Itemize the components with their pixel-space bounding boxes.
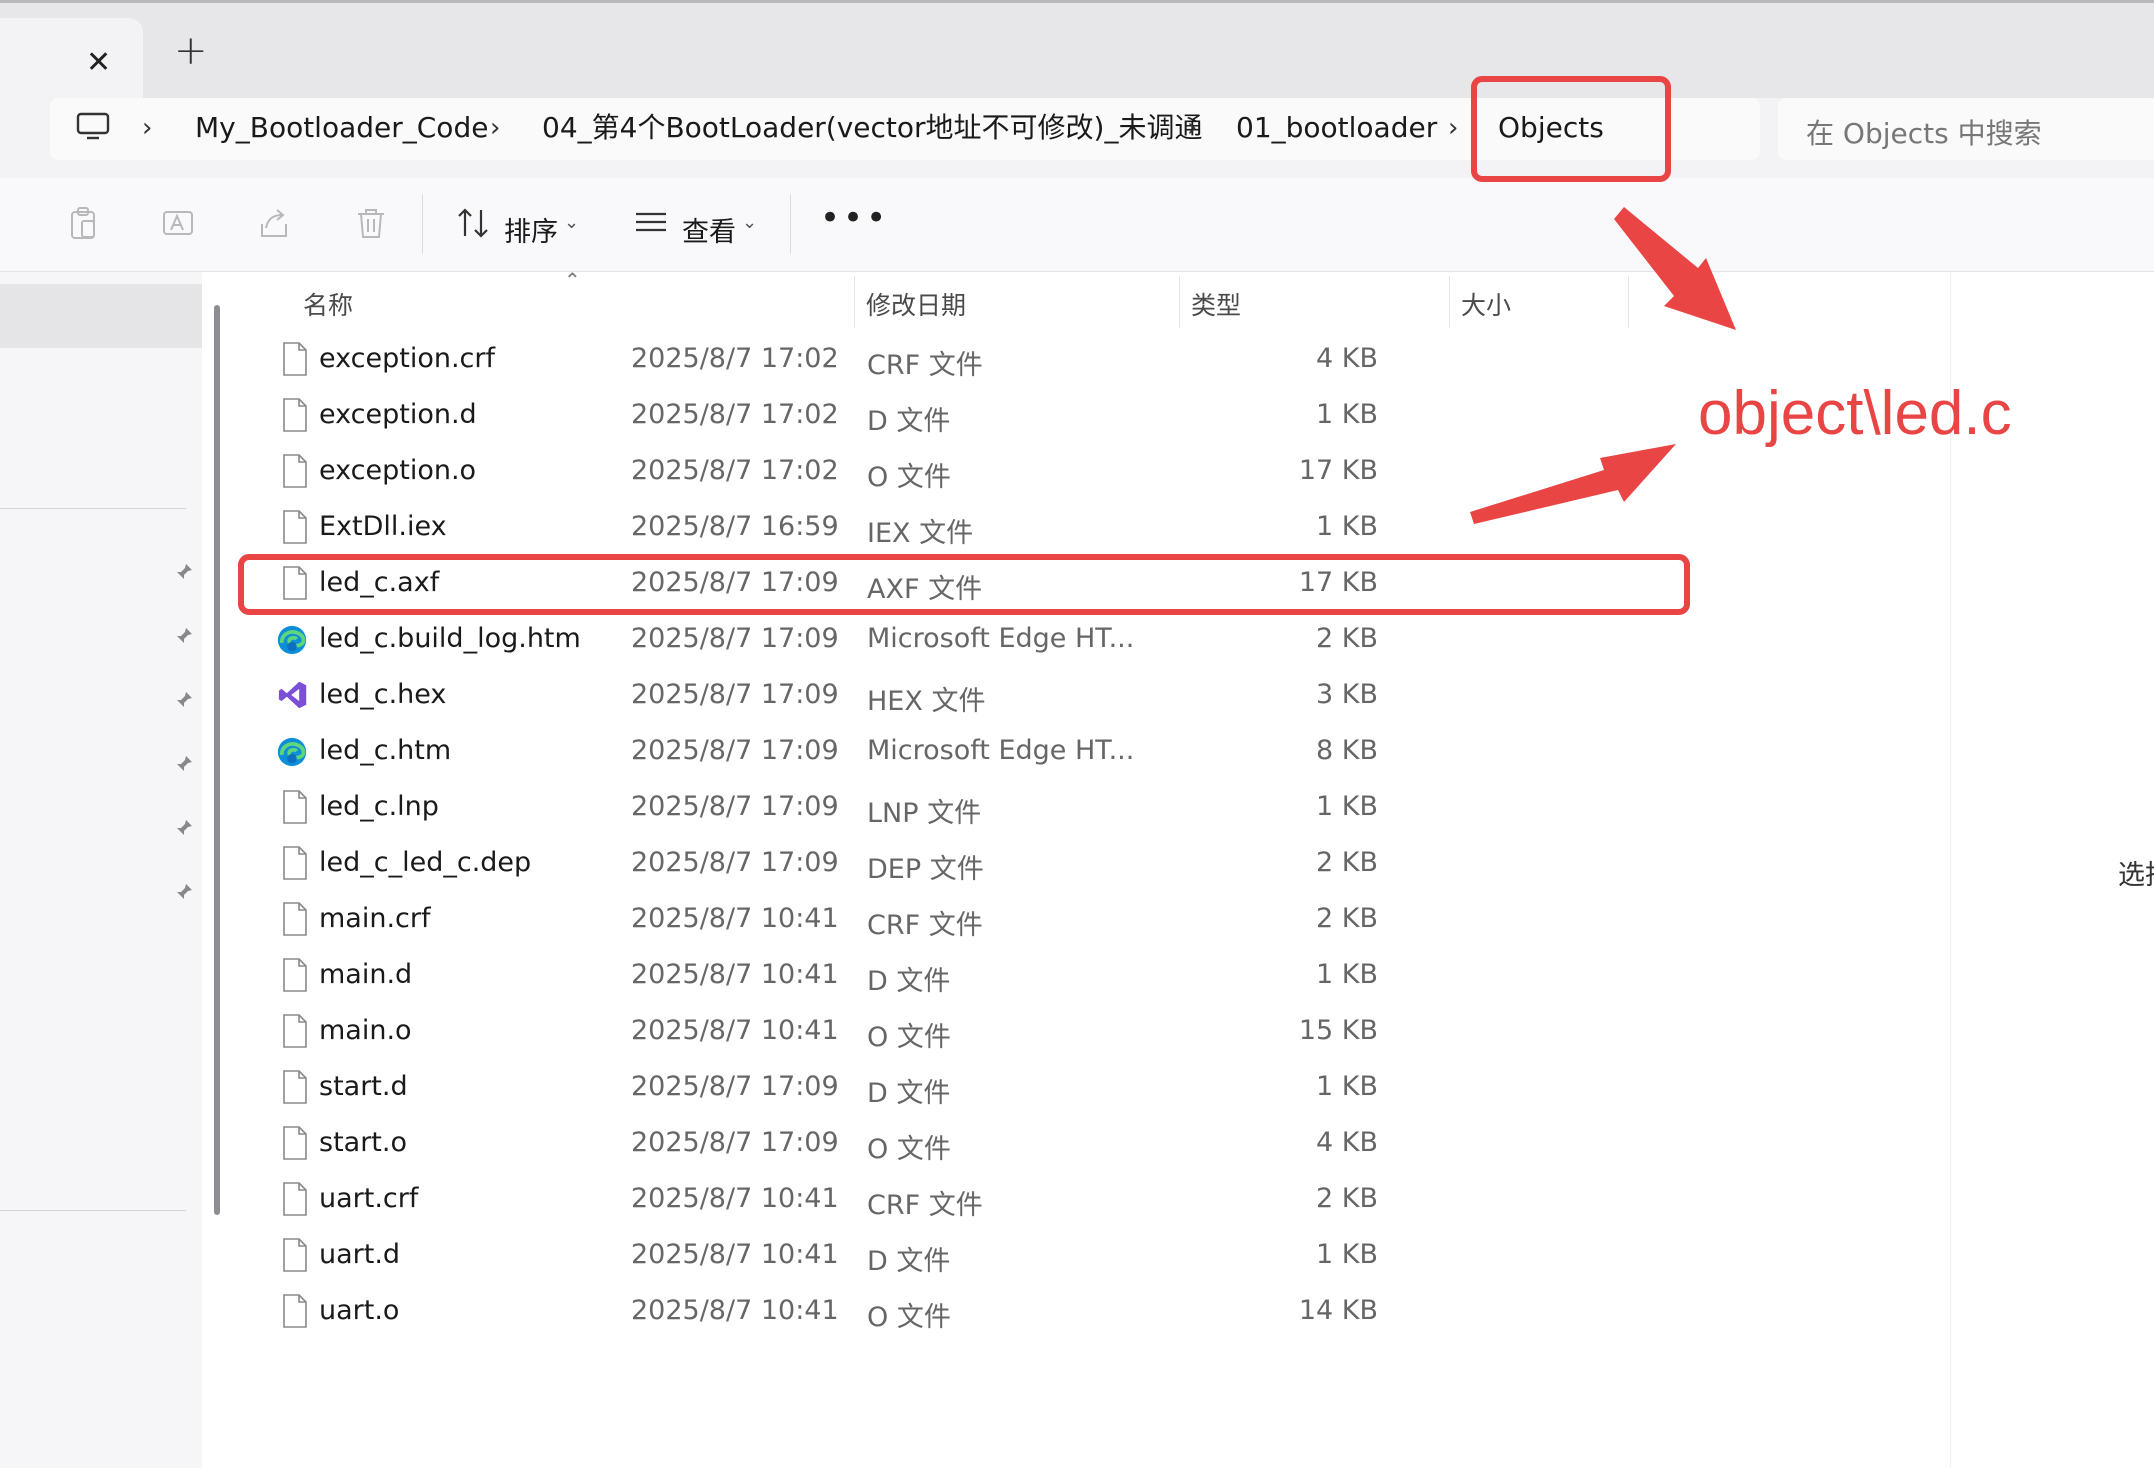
file-row[interactable]: uart.d 2025/8/7 10:41 D 文件 1 KB	[236, 1228, 1636, 1284]
more-options-button[interactable]: •••	[820, 198, 889, 238]
file-size: 4 KB	[1316, 1127, 1378, 1158]
file-size: 17 KB	[1298, 455, 1378, 486]
delete-icon[interactable]	[354, 206, 388, 240]
file-row[interactable]: uart.o 2025/8/7 10:41 O 文件 14 KB	[236, 1284, 1636, 1340]
sort-ascending-icon: ⌃	[564, 268, 581, 292]
tab-current[interactable]: ✕	[0, 18, 143, 101]
column-divider[interactable]	[1179, 276, 1180, 328]
file-size: 1 KB	[1316, 1239, 1378, 1270]
annotation-text: object\led.c	[1698, 379, 2012, 448]
file-size: 15 KB	[1298, 1015, 1378, 1046]
file-row[interactable]: led_c.hex 2025/8/7 17:09 HEX 文件 3 KB	[236, 668, 1636, 724]
column-header-name[interactable]: 名称	[303, 286, 353, 322]
file-size: 3 KB	[1316, 679, 1378, 710]
file-row[interactable]: start.d 2025/8/7 17:09 D 文件 1 KB	[236, 1060, 1636, 1116]
file-row[interactable]: led_c.axf 2025/8/7 17:09 AXF 文件 17 KB	[236, 556, 1636, 612]
file-row[interactable]: exception.o 2025/8/7 17:02 O 文件 17 KB	[236, 444, 1636, 500]
file-size: 17 KB	[1298, 567, 1378, 598]
breadcrumb-separator-icon[interactable]: ›	[490, 110, 500, 146]
sidebar-selected-item[interactable]	[0, 284, 202, 348]
breadcrumb-item-root[interactable]: My_Bootloader_Code	[195, 110, 488, 146]
file-row[interactable]: uart.crf 2025/8/7 10:41 CRF 文件 2 KB	[236, 1172, 1636, 1228]
file-row[interactable]: exception.crf 2025/8/7 17:02 CRF 文件 4 KB	[236, 332, 1636, 388]
new-tab-button[interactable]: +	[174, 31, 208, 71]
file-size: 1 KB	[1316, 791, 1378, 822]
rename-icon[interactable]	[162, 206, 196, 240]
file-size: 1 KB	[1316, 399, 1378, 430]
chevron-down-icon[interactable]: ⌄	[742, 212, 757, 233]
file-row[interactable]: led_c.lnp 2025/8/7 17:09 LNP 文件 1 KB	[236, 780, 1636, 836]
details-pane-divider	[1950, 272, 1951, 1468]
file-row[interactable]: ExtDll.iex 2025/8/7 16:59 IEX 文件 1 KB	[236, 500, 1636, 556]
breadcrumb-separator-icon[interactable]: ›	[1187, 110, 1197, 146]
pin-icon[interactable]	[174, 882, 194, 902]
toolbar-divider	[790, 194, 791, 254]
breadcrumb-item-project[interactable]: 04_第4个BootLoader(vector地址不可修改)_未调通	[542, 110, 1202, 146]
breadcrumb-item-current[interactable]: Objects	[1498, 110, 1604, 146]
search-box[interactable]: 在 Objects 中搜索	[1778, 98, 2154, 160]
breadcrumb-item-bootloader[interactable]: 01_bootloader	[1236, 110, 1437, 146]
column-header-date[interactable]: 修改日期	[866, 286, 966, 322]
details-pane-text: 选择	[2118, 860, 2154, 891]
column-header-size[interactable]: 大小	[1461, 286, 1511, 322]
view-button[interactable]: 查看	[682, 210, 736, 249]
file-row[interactable]: main.d 2025/8/7 10:41 D 文件 1 KB	[236, 948, 1636, 1004]
breadcrumb-separator-icon[interactable]: ›	[142, 110, 152, 146]
column-divider[interactable]	[1449, 276, 1450, 328]
sort-icon[interactable]	[456, 206, 490, 240]
chevron-down-icon[interactable]: ⌄	[564, 212, 579, 233]
computer-icon[interactable]	[76, 112, 110, 140]
file-size: 1 KB	[1316, 511, 1378, 542]
view-icon[interactable]	[634, 206, 668, 240]
paste-icon[interactable]	[66, 206, 100, 240]
file-row[interactable]: exception.d 2025/8/7 17:02 D 文件 1 KB	[236, 388, 1636, 444]
file-row[interactable]: led_c.htm 2025/8/7 17:09 Microsoft Edge HT…	[236, 724, 1636, 780]
address-bar[interactable]: › My_Bootloader_Code › 04_第4个BootLoader(…	[50, 98, 1760, 160]
file-size: 8 KB	[1316, 735, 1378, 766]
file-size: 4 KB	[1316, 343, 1378, 374]
address-row: › My_Bootloader_Code › 04_第4个BootLoader(…	[0, 98, 2154, 178]
file-size: 2 KB	[1316, 903, 1378, 934]
file-size: 2 KB	[1316, 623, 1378, 654]
command-bar: 排序 ⌄ 查看 ⌄ •••	[0, 178, 2154, 272]
file-row[interactable]: led_c.build_log.htm 2025/8/7 17:09 Microso…	[236, 612, 1636, 668]
file-row[interactable]: main.o 2025/8/7 10:41 O 文件 15 KB	[236, 1004, 1636, 1060]
breadcrumb-separator-icon[interactable]: ›	[1448, 110, 1458, 146]
file-size: 2 KB	[1316, 847, 1378, 878]
file-size: 14 KB	[1298, 1295, 1378, 1326]
column-divider[interactable]	[854, 276, 855, 328]
file-list: ⌃ 名称 修改日期 类型 大小 exception.crf 2025/8/7 17…	[236, 268, 2154, 1468]
column-divider[interactable]	[1628, 276, 1629, 328]
search-placeholder: 在 Objects 中搜索	[1806, 117, 2042, 150]
tab-strip: ✕ +	[0, 0, 2154, 101]
file-row[interactable]: start.o 2025/8/7 17:09 O 文件 4 KB	[236, 1116, 1636, 1172]
share-icon[interactable]	[258, 206, 292, 240]
column-header-type[interactable]: 类型	[1191, 286, 1241, 322]
file-row[interactable]: main.crf 2025/8/7 10:41 CRF 文件 2 KB	[236, 892, 1636, 948]
file-row[interactable]: led_c_led_c.dep 2025/8/7 17:09 DEP 文件 2 KB	[236, 836, 1636, 892]
sort-button[interactable]: 排序	[504, 210, 558, 249]
toolbar-divider	[422, 194, 423, 254]
file-size: 2 KB	[1316, 1183, 1378, 1214]
close-icon[interactable]: ✕	[86, 48, 111, 78]
file-size: 1 KB	[1316, 959, 1378, 990]
file-size: 1 KB	[1316, 1071, 1378, 1102]
sidebar-divider	[0, 508, 186, 509]
